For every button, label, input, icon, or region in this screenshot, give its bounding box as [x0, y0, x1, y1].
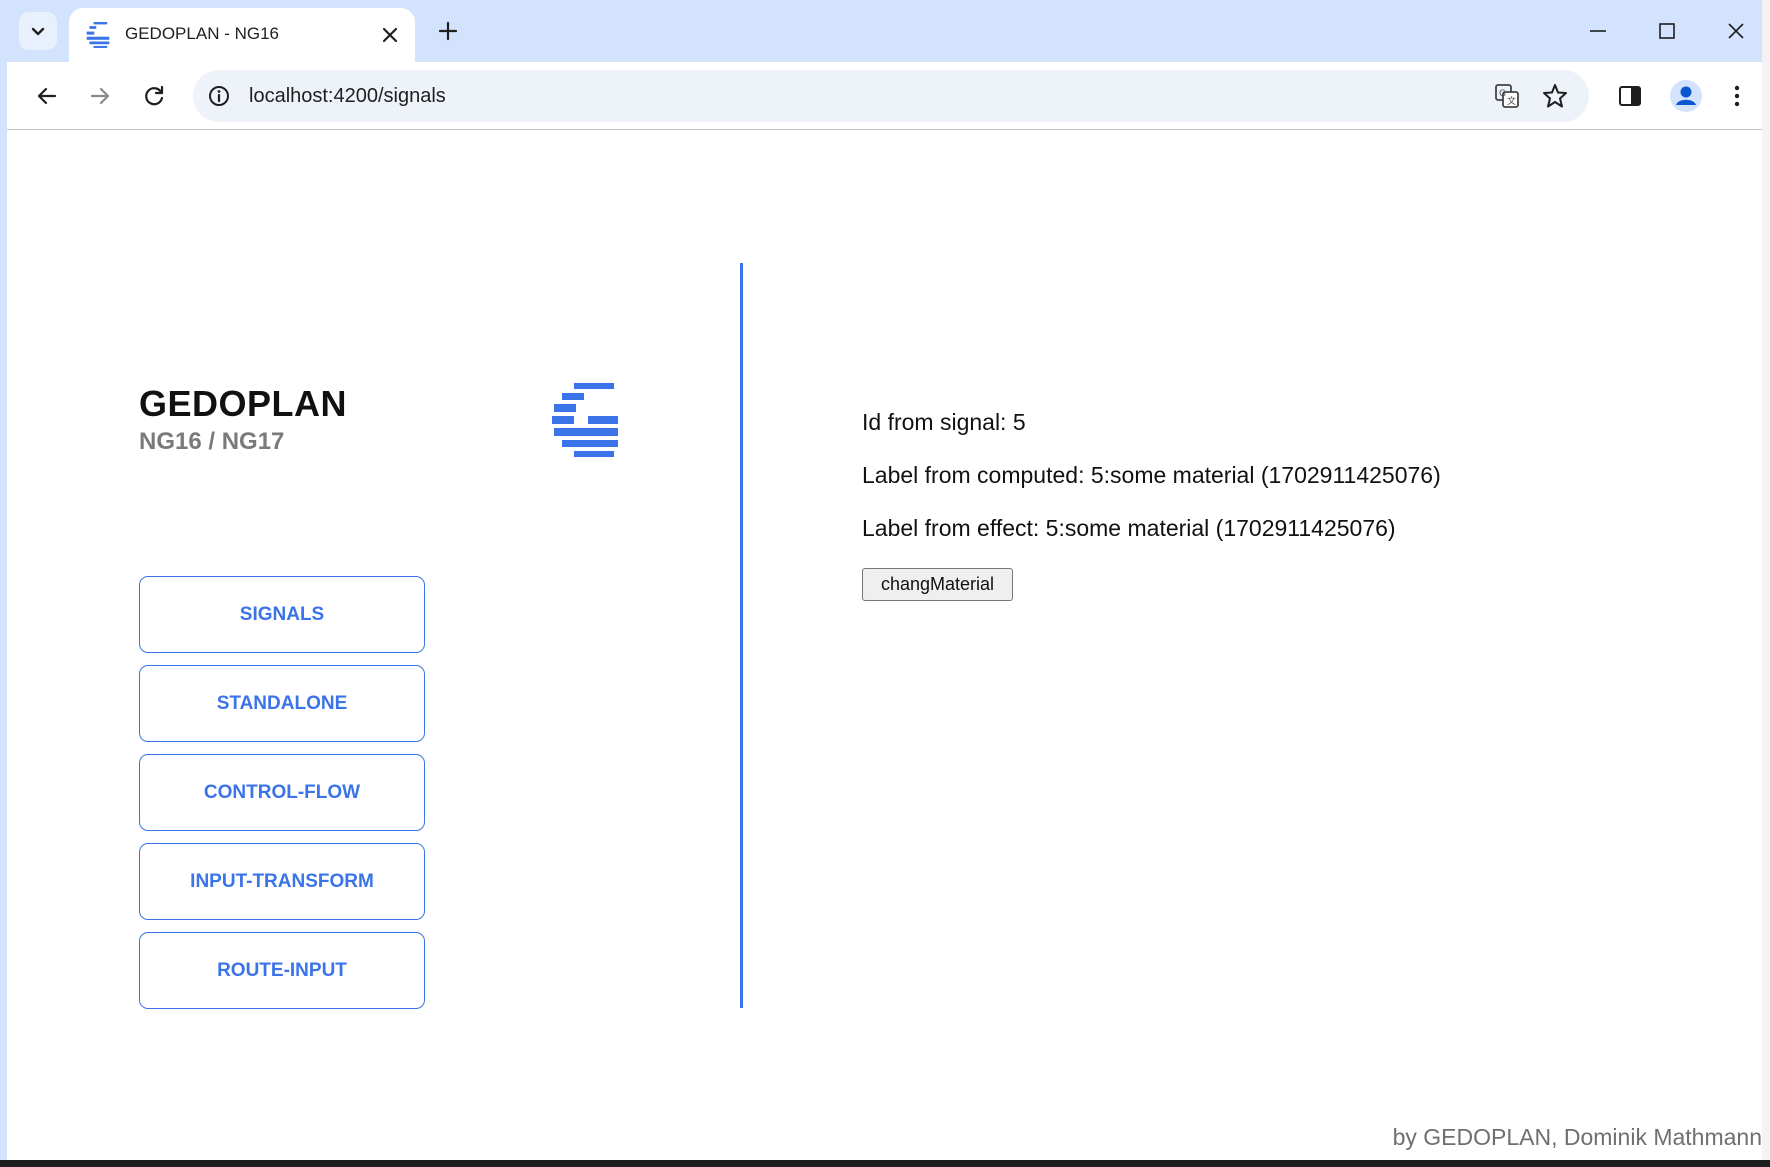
- reload-icon[interactable]: [140, 82, 168, 110]
- minimize-icon[interactable]: [1585, 18, 1611, 44]
- more-vertical-icon[interactable]: [1723, 82, 1751, 110]
- translate-icon[interactable]: G 文: [1493, 82, 1521, 110]
- nav-button-control-flow[interactable]: CONTROL-FLOW: [139, 754, 425, 831]
- nav-button-standalone[interactable]: STANDALONE: [139, 665, 425, 742]
- window-close-icon[interactable]: [1723, 18, 1749, 44]
- footer-credit: by GEDOPLAN, Dominik Mathmann: [1392, 1124, 1762, 1150]
- profile-avatar-icon[interactable]: [1669, 79, 1703, 113]
- gedoplan-favicon-icon: [86, 22, 110, 48]
- id-from-signal-text: Id from signal: 5: [862, 409, 1026, 435]
- tab-active[interactable]: GEDOPLAN - NG16: [69, 8, 415, 62]
- tab-search-button[interactable]: [19, 12, 57, 50]
- brand-title: GEDOPLAN: [139, 383, 348, 424]
- label-from-computed-text: Label from computed: 5:some material (17…: [862, 462, 1441, 488]
- brand-subtitle: NG16 / NG17: [139, 428, 285, 455]
- background-desktop-sliver: [1762, 0, 1770, 1160]
- tab-title: GEDOPLAN - NG16: [125, 24, 279, 43]
- browser-window: GEDOPLAN - NG16 localhost:4200/signals G…: [0, 0, 1762, 1160]
- label-from-effect-text: Label from effect: 5:some material (1702…: [862, 515, 1396, 541]
- nav-button-input-transform[interactable]: INPUT-TRANSFORM: [139, 843, 425, 920]
- gedoplan-g-logo-icon: [552, 383, 618, 457]
- address-bar[interactable]: localhost:4200/signals G 文: [193, 70, 1589, 122]
- chang-material-button[interactable]: changMaterial: [862, 568, 1013, 601]
- nav-button-route-input[interactable]: ROUTE-INPUT: [139, 932, 425, 1009]
- nav-button-signals[interactable]: SIGNALS: [139, 576, 425, 653]
- side-panel-icon[interactable]: [1616, 82, 1644, 110]
- close-icon[interactable]: [379, 24, 401, 46]
- forward-arrow-icon[interactable]: [86, 82, 114, 110]
- svg-text:文: 文: [1507, 95, 1516, 107]
- taskbar-sliver: [0, 1160, 1770, 1167]
- browser-toolbar: localhost:4200/signals G 文: [7, 62, 1762, 130]
- back-arrow-icon[interactable]: [33, 82, 61, 110]
- vertical-divider: [740, 263, 743, 1008]
- svg-text:G: G: [1499, 89, 1506, 99]
- maximize-icon[interactable]: [1654, 18, 1680, 44]
- bookmark-star-icon[interactable]: [1541, 82, 1569, 110]
- address-bar-url: localhost:4200/signals: [249, 85, 446, 107]
- new-tab-plus-icon[interactable]: [437, 20, 459, 42]
- site-info-icon[interactable]: [207, 84, 231, 108]
- chevron-down-icon: [31, 27, 45, 36]
- tab-strip: GEDOPLAN - NG16: [7, 0, 1762, 62]
- page-content: GEDOPLAN NG16 / NG17 SIGNALS STANDALONE …: [7, 131, 1762, 1160]
